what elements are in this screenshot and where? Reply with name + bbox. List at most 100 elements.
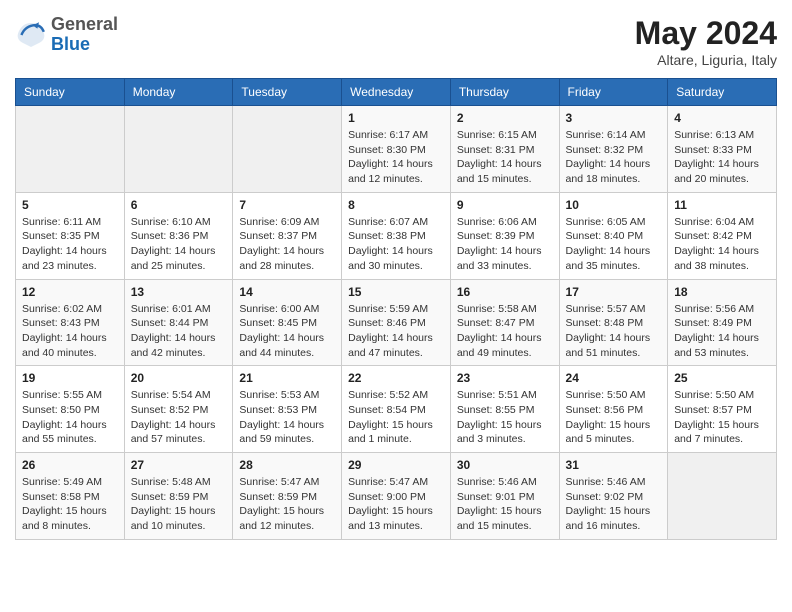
month-title: May 2024 <box>635 15 777 52</box>
day-info: Sunrise: 6:13 AM Sunset: 8:33 PM Dayligh… <box>674 128 770 187</box>
calendar-cell <box>668 453 777 540</box>
location: Altare, Liguria, Italy <box>635 52 777 68</box>
day-number: 20 <box>131 371 227 385</box>
day-number: 13 <box>131 285 227 299</box>
calendar-week-row: 26 Sunrise: 5:49 AM Sunset: 8:58 PM Dayli… <box>16 453 777 540</box>
weekday-header-row: SundayMondayTuesdayWednesdayThursdayFrid… <box>16 79 777 106</box>
day-number: 29 <box>348 458 444 472</box>
day-info: Sunrise: 5:54 AM Sunset: 8:52 PM Dayligh… <box>131 388 227 447</box>
calendar-cell: 4Sunrise: 6:13 AM Sunset: 8:33 PM Daylig… <box>668 106 777 193</box>
calendar-cell: 9Sunrise: 6:06 AM Sunset: 8:39 PM Daylig… <box>450 192 559 279</box>
day-info: Sunrise: 6:15 AM Sunset: 8:31 PM Dayligh… <box>457 128 553 187</box>
calendar-cell: 2 Sunrise: 6:15 AM Sunset: 8:31 PM Daylig… <box>450 106 559 193</box>
logo-blue-text: Blue <box>51 34 90 54</box>
day-number: 1 <box>348 111 444 125</box>
day-number: 22 <box>348 371 444 385</box>
day-info: Sunrise: 5:56 AM Sunset: 8:49 PM Dayligh… <box>674 302 770 361</box>
day-number: 23 <box>457 371 553 385</box>
day-info: Sunrise: 6:10 AM Sunset: 8:36 PM Dayligh… <box>131 215 227 274</box>
calendar-cell: 18 Sunrise: 5:56 AM Sunset: 8:49 PM Dayli… <box>668 279 777 366</box>
weekday-header: Thursday <box>450 79 559 106</box>
day-number: 12 <box>22 285 118 299</box>
day-info: Sunrise: 5:48 AM Sunset: 8:59 PM Dayligh… <box>131 475 227 534</box>
day-info: Sunrise: 6:05 AM Sunset: 8:40 PM Dayligh… <box>566 215 662 274</box>
page-header: General Blue May 2024 Altare, Liguria, I… <box>15 15 777 68</box>
day-number: 18 <box>674 285 770 299</box>
day-info: Sunrise: 6:02 AM Sunset: 8:43 PM Dayligh… <box>22 302 118 361</box>
day-number: 7 <box>239 198 335 212</box>
calendar-week-row: 5 Sunrise: 6:11 AM Sunset: 8:35 PM Daylig… <box>16 192 777 279</box>
title-block: May 2024 Altare, Liguria, Italy <box>635 15 777 68</box>
calendar-cell: 16Sunrise: 5:58 AM Sunset: 8:47 PM Dayli… <box>450 279 559 366</box>
day-number: 8 <box>348 198 444 212</box>
day-info: Sunrise: 5:50 AM Sunset: 8:57 PM Dayligh… <box>674 388 770 447</box>
calendar-cell: 11 Sunrise: 6:04 AM Sunset: 8:42 PM Dayli… <box>668 192 777 279</box>
calendar-cell: 24 Sunrise: 5:50 AM Sunset: 8:56 PM Dayli… <box>559 366 668 453</box>
day-info: Sunrise: 5:55 AM Sunset: 8:50 PM Dayligh… <box>22 388 118 447</box>
day-info: Sunrise: 6:17 AM Sunset: 8:30 PM Dayligh… <box>348 128 444 187</box>
calendar-table: SundayMondayTuesdayWednesdayThursdayFrid… <box>15 78 777 540</box>
day-number: 31 <box>566 458 662 472</box>
calendar-cell: 1 Sunrise: 6:17 AM Sunset: 8:30 PM Daylig… <box>342 106 451 193</box>
day-number: 24 <box>566 371 662 385</box>
day-info: Sunrise: 5:50 AM Sunset: 8:56 PM Dayligh… <box>566 388 662 447</box>
day-info: Sunrise: 6:01 AM Sunset: 8:44 PM Dayligh… <box>131 302 227 361</box>
calendar-cell: 10 Sunrise: 6:05 AM Sunset: 8:40 PM Dayli… <box>559 192 668 279</box>
day-info: Sunrise: 6:11 AM Sunset: 8:35 PM Dayligh… <box>22 215 118 274</box>
day-number: 10 <box>566 198 662 212</box>
calendar-cell: 30Sunrise: 5:46 AM Sunset: 9:01 PM Dayli… <box>450 453 559 540</box>
day-info: Sunrise: 6:07 AM Sunset: 8:38 PM Dayligh… <box>348 215 444 274</box>
day-number: 25 <box>674 371 770 385</box>
day-info: Sunrise: 5:47 AM Sunset: 8:59 PM Dayligh… <box>239 475 335 534</box>
day-number: 21 <box>239 371 335 385</box>
day-info: Sunrise: 5:49 AM Sunset: 8:58 PM Dayligh… <box>22 475 118 534</box>
calendar-cell: 6Sunrise: 6:10 AM Sunset: 8:36 PM Daylig… <box>124 192 233 279</box>
day-info: Sunrise: 6:14 AM Sunset: 8:32 PM Dayligh… <box>566 128 662 187</box>
day-number: 30 <box>457 458 553 472</box>
calendar-week-row: 1 Sunrise: 6:17 AM Sunset: 8:30 PM Daylig… <box>16 106 777 193</box>
day-info: Sunrise: 5:46 AM Sunset: 9:02 PM Dayligh… <box>566 475 662 534</box>
day-number: 14 <box>239 285 335 299</box>
day-info: Sunrise: 5:58 AM Sunset: 8:47 PM Dayligh… <box>457 302 553 361</box>
calendar-week-row: 19 Sunrise: 5:55 AM Sunset: 8:50 PM Dayli… <box>16 366 777 453</box>
weekday-header: Sunday <box>16 79 125 106</box>
day-info: Sunrise: 5:51 AM Sunset: 8:55 PM Dayligh… <box>457 388 553 447</box>
day-info: Sunrise: 5:47 AM Sunset: 9:00 PM Dayligh… <box>348 475 444 534</box>
calendar-cell: 21 Sunrise: 5:53 AM Sunset: 8:53 PM Dayli… <box>233 366 342 453</box>
calendar-cell: 17Sunrise: 5:57 AM Sunset: 8:48 PM Dayli… <box>559 279 668 366</box>
calendar-cell <box>233 106 342 193</box>
day-info: Sunrise: 6:06 AM Sunset: 8:39 PM Dayligh… <box>457 215 553 274</box>
calendar-cell: 25 Sunrise: 5:50 AM Sunset: 8:57 PM Dayli… <box>668 366 777 453</box>
calendar-cell: 27 Sunrise: 5:48 AM Sunset: 8:59 PM Dayli… <box>124 453 233 540</box>
day-number: 26 <box>22 458 118 472</box>
day-info: Sunrise: 6:09 AM Sunset: 8:37 PM Dayligh… <box>239 215 335 274</box>
weekday-header: Monday <box>124 79 233 106</box>
day-number: 27 <box>131 458 227 472</box>
calendar-cell: 5 Sunrise: 6:11 AM Sunset: 8:35 PM Daylig… <box>16 192 125 279</box>
calendar-cell: 7 Sunrise: 6:09 AM Sunset: 8:37 PM Daylig… <box>233 192 342 279</box>
day-number: 5 <box>22 198 118 212</box>
logo-icon <box>15 19 47 51</box>
calendar-cell: 23 Sunrise: 5:51 AM Sunset: 8:55 PM Dayli… <box>450 366 559 453</box>
calendar-cell: 3 Sunrise: 6:14 AM Sunset: 8:32 PM Daylig… <box>559 106 668 193</box>
calendar-cell: 12 Sunrise: 6:02 AM Sunset: 8:43 PM Dayli… <box>16 279 125 366</box>
calendar-cell <box>124 106 233 193</box>
day-number: 11 <box>674 198 770 212</box>
weekday-header: Saturday <box>668 79 777 106</box>
calendar-cell: 22Sunrise: 5:52 AM Sunset: 8:54 PM Dayli… <box>342 366 451 453</box>
calendar-cell: 14 Sunrise: 6:00 AM Sunset: 8:45 PM Dayli… <box>233 279 342 366</box>
calendar-week-row: 12 Sunrise: 6:02 AM Sunset: 8:43 PM Dayli… <box>16 279 777 366</box>
day-number: 28 <box>239 458 335 472</box>
day-info: Sunrise: 6:00 AM Sunset: 8:45 PM Dayligh… <box>239 302 335 361</box>
calendar-cell <box>16 106 125 193</box>
day-number: 15 <box>348 285 444 299</box>
day-number: 19 <box>22 371 118 385</box>
logo-general-text: General <box>51 14 118 34</box>
day-number: 2 <box>457 111 553 125</box>
calendar-cell: 28 Sunrise: 5:47 AM Sunset: 8:59 PM Dayli… <box>233 453 342 540</box>
day-info: Sunrise: 5:53 AM Sunset: 8:53 PM Dayligh… <box>239 388 335 447</box>
weekday-header: Friday <box>559 79 668 106</box>
calendar-cell: 29 Sunrise: 5:47 AM Sunset: 9:00 PM Dayli… <box>342 453 451 540</box>
day-number: 3 <box>566 111 662 125</box>
day-info: Sunrise: 6:04 AM Sunset: 8:42 PM Dayligh… <box>674 215 770 274</box>
